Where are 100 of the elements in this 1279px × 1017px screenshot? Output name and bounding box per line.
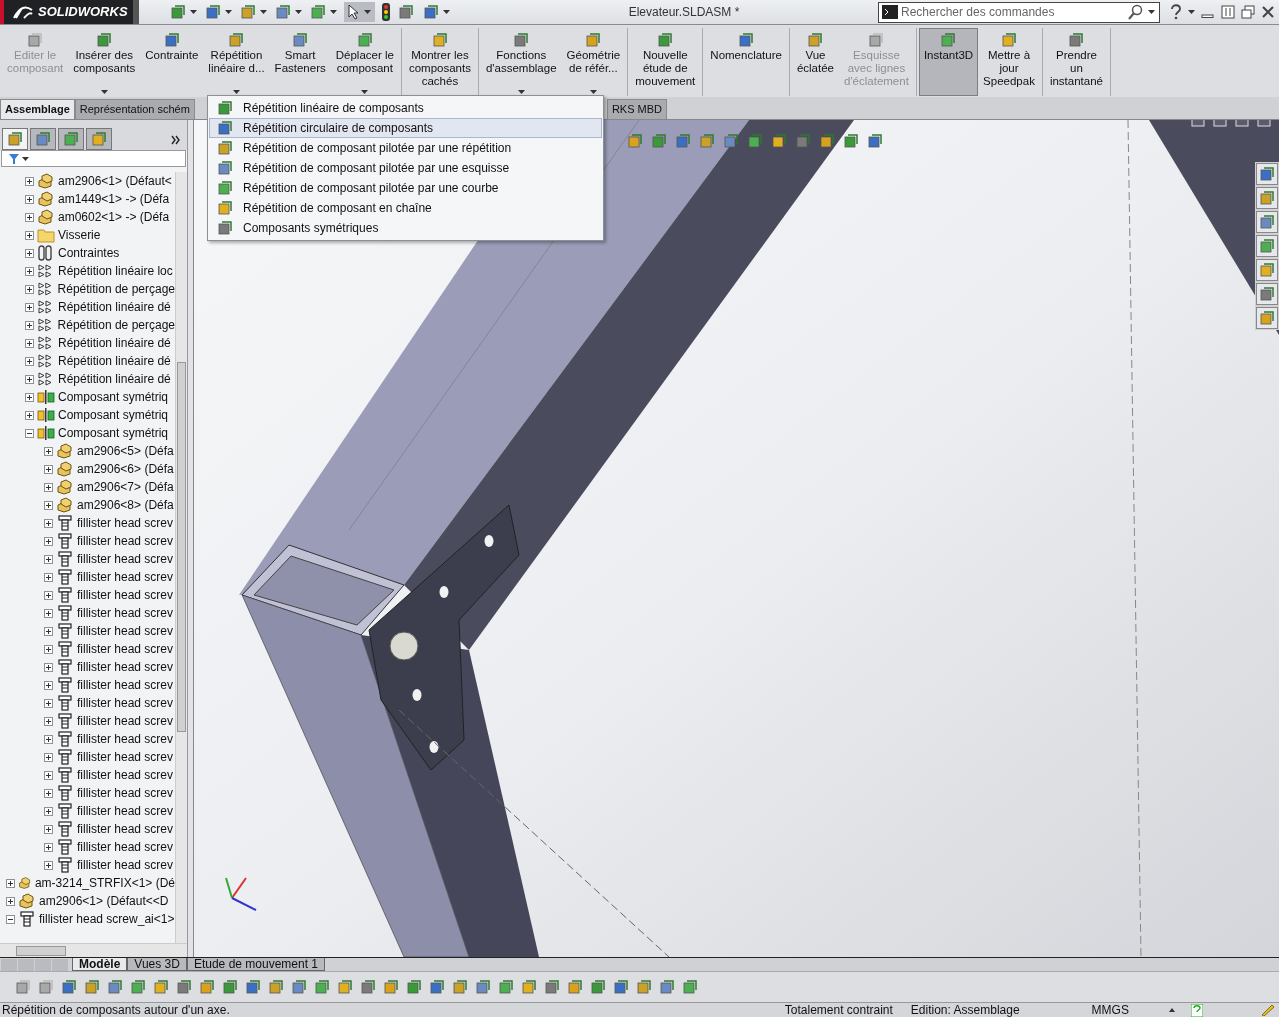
tree-item[interactable]: Répétition de perçage [57,283,175,295]
ribbon-button[interactable]: Fonctions d'assemblage [480,28,562,96]
panel-splitter[interactable] [188,120,194,957]
expand-icon[interactable] [25,302,34,312]
expand-icon[interactable] [25,230,34,240]
tree-item[interactable]: am1449<1> -> (Défa [58,193,170,205]
expand-icon[interactable] [44,752,53,762]
expand-icon[interactable] [44,860,53,870]
tree-item[interactable]: Répétition linéaire dé [58,301,171,313]
tree-item[interactable]: Composant symétriq [58,391,169,403]
tree-item[interactable]: am2906<7> (Défa [77,481,174,493]
task-pane-tab[interactable] [1256,187,1278,209]
menu-item[interactable]: Répétition de composant en chaîne [209,198,602,218]
expand-icon[interactable] [44,734,53,744]
ribbon-button[interactable]: Smart Fasteners [269,28,331,96]
expand-icon[interactable] [6,878,15,888]
select-tool-button[interactable] [344,2,375,22]
tree-item[interactable]: Répétition linéaire loc [58,265,173,277]
tree-item[interactable]: fillister head screv [77,607,174,619]
command-tab[interactable]: Assemblage [0,99,75,119]
tree-item[interactable]: fillister head screv [77,553,174,565]
ribbon-button[interactable]: Nouvelle étude de mouvement [630,28,701,96]
units-status[interactable]: MMGS [1091,1004,1129,1016]
task-pane-tab[interactable] [1256,259,1278,281]
expand-icon[interactable] [44,590,53,600]
ribbon-button[interactable]: Prendre un instantané [1044,28,1108,96]
ribbon-button[interactable]: Vue éclatée [791,28,839,96]
tree-item[interactable]: fillister head screv [77,769,174,781]
pencil-icon[interactable] [1261,1004,1275,1016]
tree-item[interactable]: fillister head screv [77,535,174,547]
expand-icon[interactable] [25,194,34,204]
horizontal-scrollbar[interactable] [0,943,187,957]
panel-tab[interactable] [2,128,28,150]
tree-item[interactable]: fillister head screw_ai<1> [39,913,175,925]
tree-item[interactable]: fillister head screv [77,733,174,745]
tree-item[interactable]: am2906<1> (Défaut<<D [39,895,169,907]
expand-icon[interactable] [25,356,34,366]
collapse-icon[interactable] [25,428,34,438]
ribbon-button[interactable]: Nomenclature [705,28,787,96]
tree-item[interactable]: fillister head screv [77,643,174,655]
expand-icon[interactable] [44,662,53,672]
expand-icon[interactable] [44,446,53,456]
ribbon-button[interactable]: Contrainte [140,28,204,96]
expand-icon[interactable] [44,464,53,474]
tree-item[interactable]: fillister head screv [77,805,174,817]
tree-item[interactable]: fillister head screv [77,571,174,583]
expand-icon[interactable] [44,698,53,708]
expand-icon[interactable] [25,266,34,276]
collapse-icon[interactable] [6,914,15,924]
expand-icon[interactable] [25,338,34,348]
tree-item[interactable]: fillister head screv [77,787,174,799]
task-pane-tab[interactable] [1256,283,1278,305]
tree-item[interactable]: Répétition de perçage [57,319,175,331]
caret-up-icon[interactable] [1168,1008,1175,1012]
expand-icon[interactable] [44,518,53,528]
expand-icon[interactable] [6,896,15,906]
ribbon-button[interactable]: Mettre à jour Speedpak [978,28,1040,96]
expand-icon[interactable] [44,572,53,582]
tree-item[interactable]: fillister head screv [77,661,174,673]
model-tab[interactable]: Etude de mouvement 1 [186,958,325,971]
expand-icon[interactable] [44,770,53,780]
expand-icon[interactable] [44,788,53,798]
ribbon-button[interactable]: Instant3D [918,28,979,96]
ribbon-button[interactable]: Insérer des composants [68,28,141,96]
tree-item[interactable]: am0602<1> -> (Défa [58,211,170,223]
expand-icon[interactable] [25,320,34,330]
expand-icon[interactable] [44,626,53,636]
ribbon-button[interactable]: Répétition linéaire d... [203,28,270,96]
expand-icon[interactable] [25,284,34,294]
tree-item[interactable]: am2906<6> (Défa [77,463,174,475]
tree-item[interactable]: am-3214_STRFIX<1> (Dé [34,877,175,889]
expand-icon[interactable] [44,680,53,690]
close-icon[interactable] [1261,5,1275,19]
expand-icon[interactable] [44,824,53,834]
search-field[interactable]: Rechercher des commandes [901,3,1128,21]
expand-icon[interactable] [44,644,53,654]
menu-item[interactable]: Répétition de composant pilotée par une esquisse [209,158,602,178]
toolbar-handle[interactable] [133,0,139,24]
tree-item[interactable]: Répétition linéaire dé [58,355,171,367]
task-pane-tab[interactable] [1256,211,1278,233]
search-box[interactable]: Rechercher des commandes [878,1,1160,23]
expand-icon[interactable] [25,392,34,402]
expand-icon[interactable] [44,716,53,726]
task-pane-tab[interactable] [1256,307,1278,329]
filter-icon[interactable] [8,152,20,165]
menu-item[interactable]: Composants symétriques [209,218,602,238]
command-tab[interactable]: RKS MBD [606,99,667,119]
expand-icon[interactable] [44,554,53,564]
expand-icon[interactable] [25,410,34,420]
menu-item[interactable]: Répétition circulaire de composants [209,118,602,138]
model-tab[interactable]: Vues 3D [127,958,187,971]
tree-item[interactable]: am2906<5> (Défa [77,445,174,457]
help-icon[interactable] [1170,4,1182,20]
tree-item[interactable]: Répétition linéaire dé [58,337,171,349]
expand-icon[interactable] [44,482,53,492]
tree-item[interactable]: Composant symétriq [58,427,169,439]
tree-item[interactable]: fillister head screv [77,625,174,637]
expand-icon[interactable] [44,536,53,546]
tree-item[interactable]: am2906<1> (Défaut< [58,175,172,187]
tree-item[interactable]: Composant symétriq [58,409,169,421]
